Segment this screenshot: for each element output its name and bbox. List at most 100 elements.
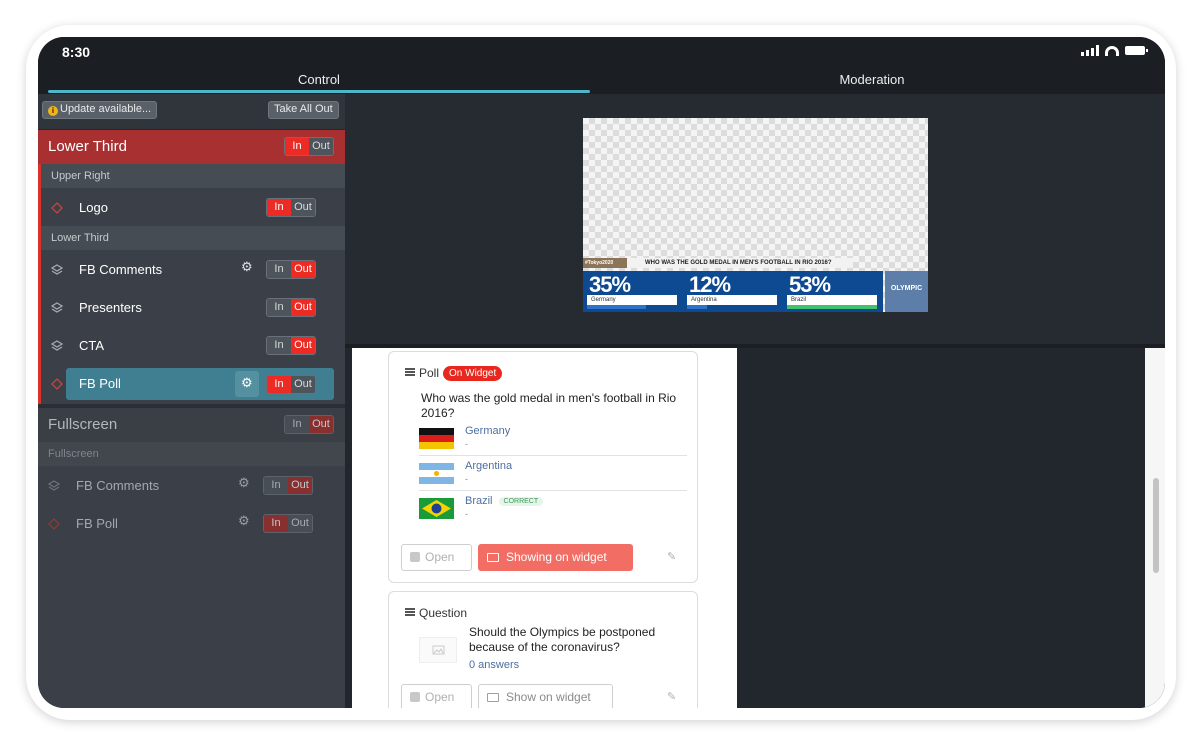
out-button[interactable]: Out	[291, 261, 315, 278]
olympic-logo: OLYMPIC	[885, 271, 928, 312]
feed-scrollbar[interactable]	[1145, 348, 1165, 708]
out-button[interactable]: Out	[291, 337, 315, 354]
layer-item-fs-fb-comments[interactable]: FB Comments ⚙ In Out	[38, 466, 345, 504]
option-name-text: Brazil	[465, 495, 493, 507]
option-votes: -	[465, 509, 468, 519]
out-button[interactable]: Out	[288, 515, 312, 532]
answers-count[interactable]: 0 answers	[469, 659, 519, 671]
lower-third-section: Lower Third In Out Upper Right Logo In Out…	[38, 130, 345, 404]
battery-icon	[1125, 46, 1148, 55]
control-toolbar: i Update available... Take All Out	[38, 94, 345, 130]
layer-item-logo[interactable]: Logo In Out	[41, 188, 345, 226]
question-text: Should the Olympics be postponed because…	[469, 625, 656, 654]
layer-toggle[interactable]: In Out	[263, 514, 313, 533]
layers-icon	[50, 301, 64, 313]
layer-item-fb-comments[interactable]: FB Comments ⚙ In Out	[41, 250, 345, 288]
layer-item-cta[interactable]: CTA In Out	[41, 326, 345, 364]
menu-icon[interactable]	[405, 608, 415, 616]
signal-icon	[1081, 45, 1099, 56]
update-available-label: Update available...	[60, 103, 152, 115]
open-button[interactable]: Open	[401, 544, 472, 571]
gear-icon[interactable]: ⚙	[241, 260, 253, 273]
preview-question: WHO WAS THE GOLD MEDAL IN MEN'S FOOTBALL…	[645, 260, 832, 266]
wifi-icon	[1105, 45, 1119, 56]
layer-label: FB Comments	[79, 262, 163, 277]
scrollbar-thumb[interactable]	[1153, 478, 1159, 573]
layer-toggle[interactable]: In Out	[266, 336, 316, 355]
app-screen: 8:30 Control Moderation i Update availabl…	[38, 37, 1165, 708]
layer-label: FB Comments	[76, 478, 160, 493]
showing-on-widget-button[interactable]: Showing on widget	[478, 544, 633, 571]
option-name: Brazil CORRECT	[465, 495, 544, 507]
tab-control[interactable]: Control	[48, 72, 590, 87]
status-bar: 8:30	[38, 37, 1165, 67]
layer-icon	[51, 201, 63, 214]
out-button[interactable]: Out	[288, 477, 312, 494]
in-button[interactable]: In	[264, 477, 288, 494]
poll-option: Argentina -	[419, 457, 687, 491]
poll-option: Brazil CORRECT -	[419, 492, 687, 526]
gear-icon[interactable]: ⚙	[238, 476, 250, 489]
correct-badge: CORRECT	[498, 497, 544, 506]
card-header: Question	[405, 606, 467, 620]
out-button[interactable]: Out	[291, 199, 315, 216]
layer-icon	[51, 377, 63, 390]
result-label: Brazil	[787, 295, 877, 305]
in-button[interactable]: In	[285, 138, 309, 155]
layer-item-fs-fb-poll[interactable]: FB Poll ⚙ In Out	[38, 504, 345, 542]
in-button[interactable]: In	[267, 299, 291, 316]
menu-icon[interactable]	[405, 368, 415, 376]
preview-result: 35% Germany	[583, 271, 683, 312]
take-all-out-button[interactable]: Take All Out	[268, 101, 339, 119]
in-button[interactable]: In	[267, 376, 291, 393]
fullscreen-header: Fullscreen In Out	[38, 408, 345, 442]
poll-question: Who was the gold medal in men's football…	[421, 391, 677, 420]
in-button[interactable]: In	[267, 261, 291, 278]
layers-icon	[50, 339, 64, 351]
lower-third-toggle[interactable]: In Out	[284, 137, 334, 156]
in-button[interactable]: In	[267, 199, 291, 216]
out-button[interactable]: Out	[309, 416, 333, 433]
control-panel: i Update available... Take All Out Lower …	[38, 94, 345, 708]
edit-icon[interactable]: ✎	[667, 690, 676, 703]
open-button[interactable]: Open	[401, 684, 472, 708]
poll-option: Germany -	[419, 422, 687, 456]
section-title: Fullscreen	[48, 416, 118, 433]
preview-question-bar: #Tokyo2020 WHO WAS THE GOLD MEDAL IN MEN…	[583, 258, 853, 268]
widget-label: Show on widget	[506, 690, 591, 704]
layer-label: FB Poll	[76, 516, 118, 531]
group-label: Upper Right	[41, 164, 345, 188]
result-label: Argentina	[687, 295, 777, 305]
tab-moderation[interactable]: Moderation	[598, 72, 1146, 87]
in-button[interactable]: In	[285, 416, 309, 433]
layer-item-fb-poll[interactable]: FB Poll ⚙ In Out	[41, 364, 345, 404]
layer-toggle[interactable]: In Out	[266, 375, 316, 394]
facebook-icon	[410, 552, 420, 562]
facebook-icon	[410, 692, 420, 702]
in-button[interactable]: In	[264, 515, 288, 532]
out-button[interactable]: Out	[291, 376, 315, 393]
edit-icon[interactable]: ✎	[667, 550, 676, 563]
update-available-button[interactable]: i Update available...	[42, 101, 158, 119]
result-fill	[587, 305, 646, 309]
layer-toggle[interactable]: In Out	[266, 298, 316, 317]
layer-toggle[interactable]: In Out	[266, 260, 316, 279]
layer-toggle[interactable]: In Out	[266, 198, 316, 217]
out-button[interactable]: Out	[309, 138, 333, 155]
out-button[interactable]: Out	[291, 299, 315, 316]
layer-toggle[interactable]: In Out	[263, 476, 313, 495]
in-button[interactable]: In	[267, 337, 291, 354]
preview-results-bar: 35% Germany 12% Argentina 53% Brazil	[583, 271, 883, 312]
monitor-icon	[487, 553, 499, 562]
layers-icon	[50, 263, 64, 275]
fullscreen-toggle[interactable]: In Out	[284, 415, 334, 434]
show-on-widget-button[interactable]: Show on widget	[478, 684, 613, 708]
result-label: Germany	[587, 295, 677, 305]
layer-item-presenters[interactable]: Presenters In Out	[41, 288, 345, 326]
layer-icon	[48, 517, 60, 530]
broadcast-preview: #Tokyo2020 WHO WAS THE GOLD MEDAL IN MEN…	[583, 118, 928, 312]
gear-icon[interactable]: ⚙	[241, 376, 253, 389]
monitor-icon	[487, 693, 499, 702]
brazil-flag-icon	[419, 498, 454, 519]
gear-icon[interactable]: ⚙	[238, 514, 250, 527]
